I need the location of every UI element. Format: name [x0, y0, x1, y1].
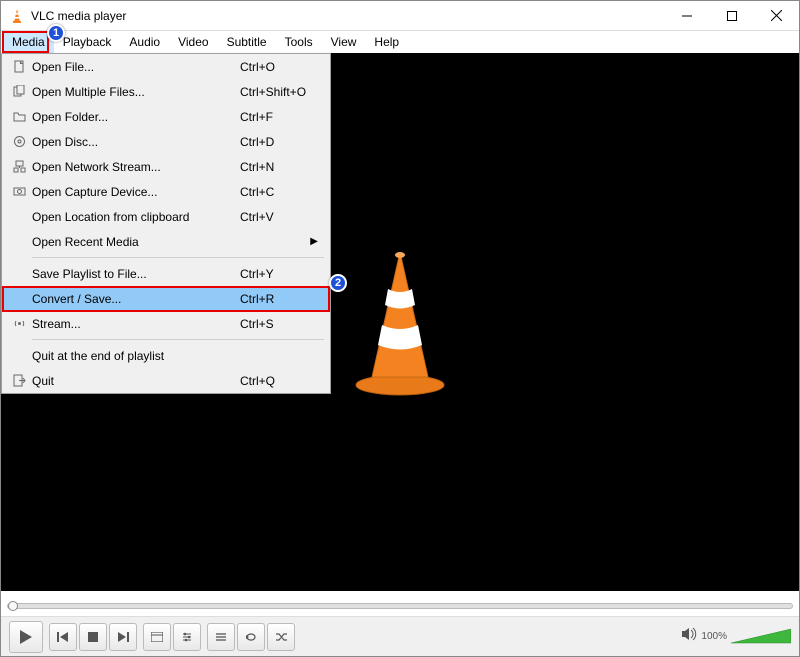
menu-view[interactable]: View — [322, 31, 366, 53]
menu-item-shortcut: Ctrl+Shift+O — [240, 85, 320, 99]
menu-item-open-disc[interactable]: Open Disc...Ctrl+D — [2, 129, 330, 154]
menu-audio[interactable]: Audio — [120, 31, 169, 53]
menu-item-open-file[interactable]: Open File...Ctrl+O — [2, 54, 330, 79]
menu-item-label: Open Recent Media — [30, 235, 240, 249]
menubar: MediaPlaybackAudioVideoSubtitleToolsView… — [1, 31, 799, 53]
stop-button[interactable] — [79, 623, 107, 651]
volume-label: 100% — [701, 631, 727, 642]
vlc-app-icon — [9, 8, 25, 24]
menu-item-label: Open Capture Device... — [30, 185, 240, 199]
menu-item-shortcut: Ctrl+O — [240, 60, 320, 74]
submenu-arrow-icon: ▶ — [310, 236, 318, 247]
menu-item-label: Open Network Stream... — [30, 160, 240, 174]
menu-item-label: Stream... — [30, 317, 240, 331]
quit-icon — [8, 374, 30, 387]
seek-thumb[interactable] — [8, 601, 18, 611]
volume-slider[interactable] — [731, 627, 791, 647]
minimize-button[interactable] — [664, 1, 709, 30]
menu-item-label: Open Multiple Files... — [30, 85, 240, 99]
menu-item-open-recent-media[interactable]: Open Recent Media ▶ — [2, 229, 330, 254]
menu-item-shortcut: Ctrl+Y — [240, 267, 320, 281]
seek-track[interactable] — [7, 603, 793, 609]
menu-item-open-multiple-files[interactable]: Open Multiple Files...Ctrl+Shift+O — [2, 79, 330, 104]
menu-item-quit[interactable]: QuitCtrl+Q — [2, 368, 330, 393]
menu-item-shortcut: Ctrl+C — [240, 185, 320, 199]
menu-item-label: Open Folder... — [30, 110, 240, 124]
menu-help[interactable]: Help — [365, 31, 408, 53]
menu-item-shortcut: Ctrl+V — [240, 210, 320, 224]
seek-bar[interactable] — [7, 598, 793, 614]
menu-item-open-capture-device[interactable]: Open Capture Device...Ctrl+C — [2, 179, 330, 204]
menu-item-stream[interactable]: Stream...Ctrl+S — [2, 311, 330, 336]
menu-item-label: Open Disc... — [30, 135, 240, 149]
speaker-icon[interactable] — [681, 627, 697, 646]
menu-tools[interactable]: Tools — [276, 31, 322, 53]
menu-subtitle[interactable]: Subtitle — [218, 31, 276, 53]
files-icon — [8, 85, 30, 98]
menu-playback[interactable]: Playback — [54, 31, 121, 53]
menu-item-shortcut: Ctrl+D — [240, 135, 320, 149]
fullscreen-button[interactable] — [143, 623, 171, 651]
menu-item-open-location-from-clipboard[interactable]: Open Location from clipboardCtrl+V — [2, 204, 330, 229]
menu-item-open-folder[interactable]: Open Folder...Ctrl+F — [2, 104, 330, 129]
menu-item-label: Save Playlist to File... — [30, 267, 240, 281]
volume-control[interactable]: 100% — [681, 627, 791, 647]
menu-item-label: Open Location from clipboard — [30, 210, 240, 224]
menu-item-shortcut: Ctrl+F — [240, 110, 320, 124]
menu-item-convert-save[interactable]: Convert / Save...Ctrl+R — [2, 286, 330, 311]
stream-icon — [8, 317, 30, 330]
menu-item-label: Open File... — [30, 60, 240, 74]
menu-item-label: Quit — [30, 374, 240, 388]
menu-item-shortcut: Ctrl+S — [240, 317, 320, 331]
playlist-button[interactable] — [207, 623, 235, 651]
menu-separator — [32, 257, 324, 258]
disc-icon — [8, 135, 30, 148]
previous-button[interactable] — [49, 623, 77, 651]
menu-item-quit-at-the-end-of-playlist[interactable]: Quit at the end of playlist — [2, 343, 330, 368]
menu-item-label: Convert / Save... — [30, 292, 240, 306]
menu-item-save-playlist-to-file[interactable]: Save Playlist to File...Ctrl+Y — [2, 261, 330, 286]
maximize-button[interactable] — [709, 1, 754, 30]
menu-item-label: Quit at the end of playlist — [30, 349, 240, 363]
vlc-cone-logo — [340, 247, 460, 397]
menu-item-open-network-stream[interactable]: Open Network Stream...Ctrl+N — [2, 154, 330, 179]
loop-button[interactable] — [237, 623, 265, 651]
titlebar: VLC media player — [1, 1, 799, 31]
play-button[interactable] — [9, 621, 43, 653]
capture-icon — [8, 185, 30, 198]
extended-settings-button[interactable] — [173, 623, 201, 651]
shuffle-button[interactable] — [267, 623, 295, 651]
next-button[interactable] — [109, 623, 137, 651]
menu-video[interactable]: Video — [169, 31, 217, 53]
menu-media[interactable]: Media — [3, 31, 54, 53]
close-button[interactable] — [754, 1, 799, 30]
menu-item-shortcut: Ctrl+R — [240, 292, 320, 306]
media-dropdown-menu: Open File...Ctrl+OOpen Multiple Files...… — [1, 53, 331, 394]
file-icon — [8, 60, 30, 73]
menu-separator — [32, 339, 324, 340]
menu-item-shortcut: Ctrl+Q — [240, 374, 320, 388]
window-title: VLC media player — [31, 9, 664, 23]
folder-icon — [8, 110, 30, 123]
menu-item-shortcut: Ctrl+N — [240, 160, 320, 174]
network-icon — [8, 160, 30, 173]
control-bar: 100% — [1, 616, 799, 656]
window-controls — [664, 1, 799, 30]
